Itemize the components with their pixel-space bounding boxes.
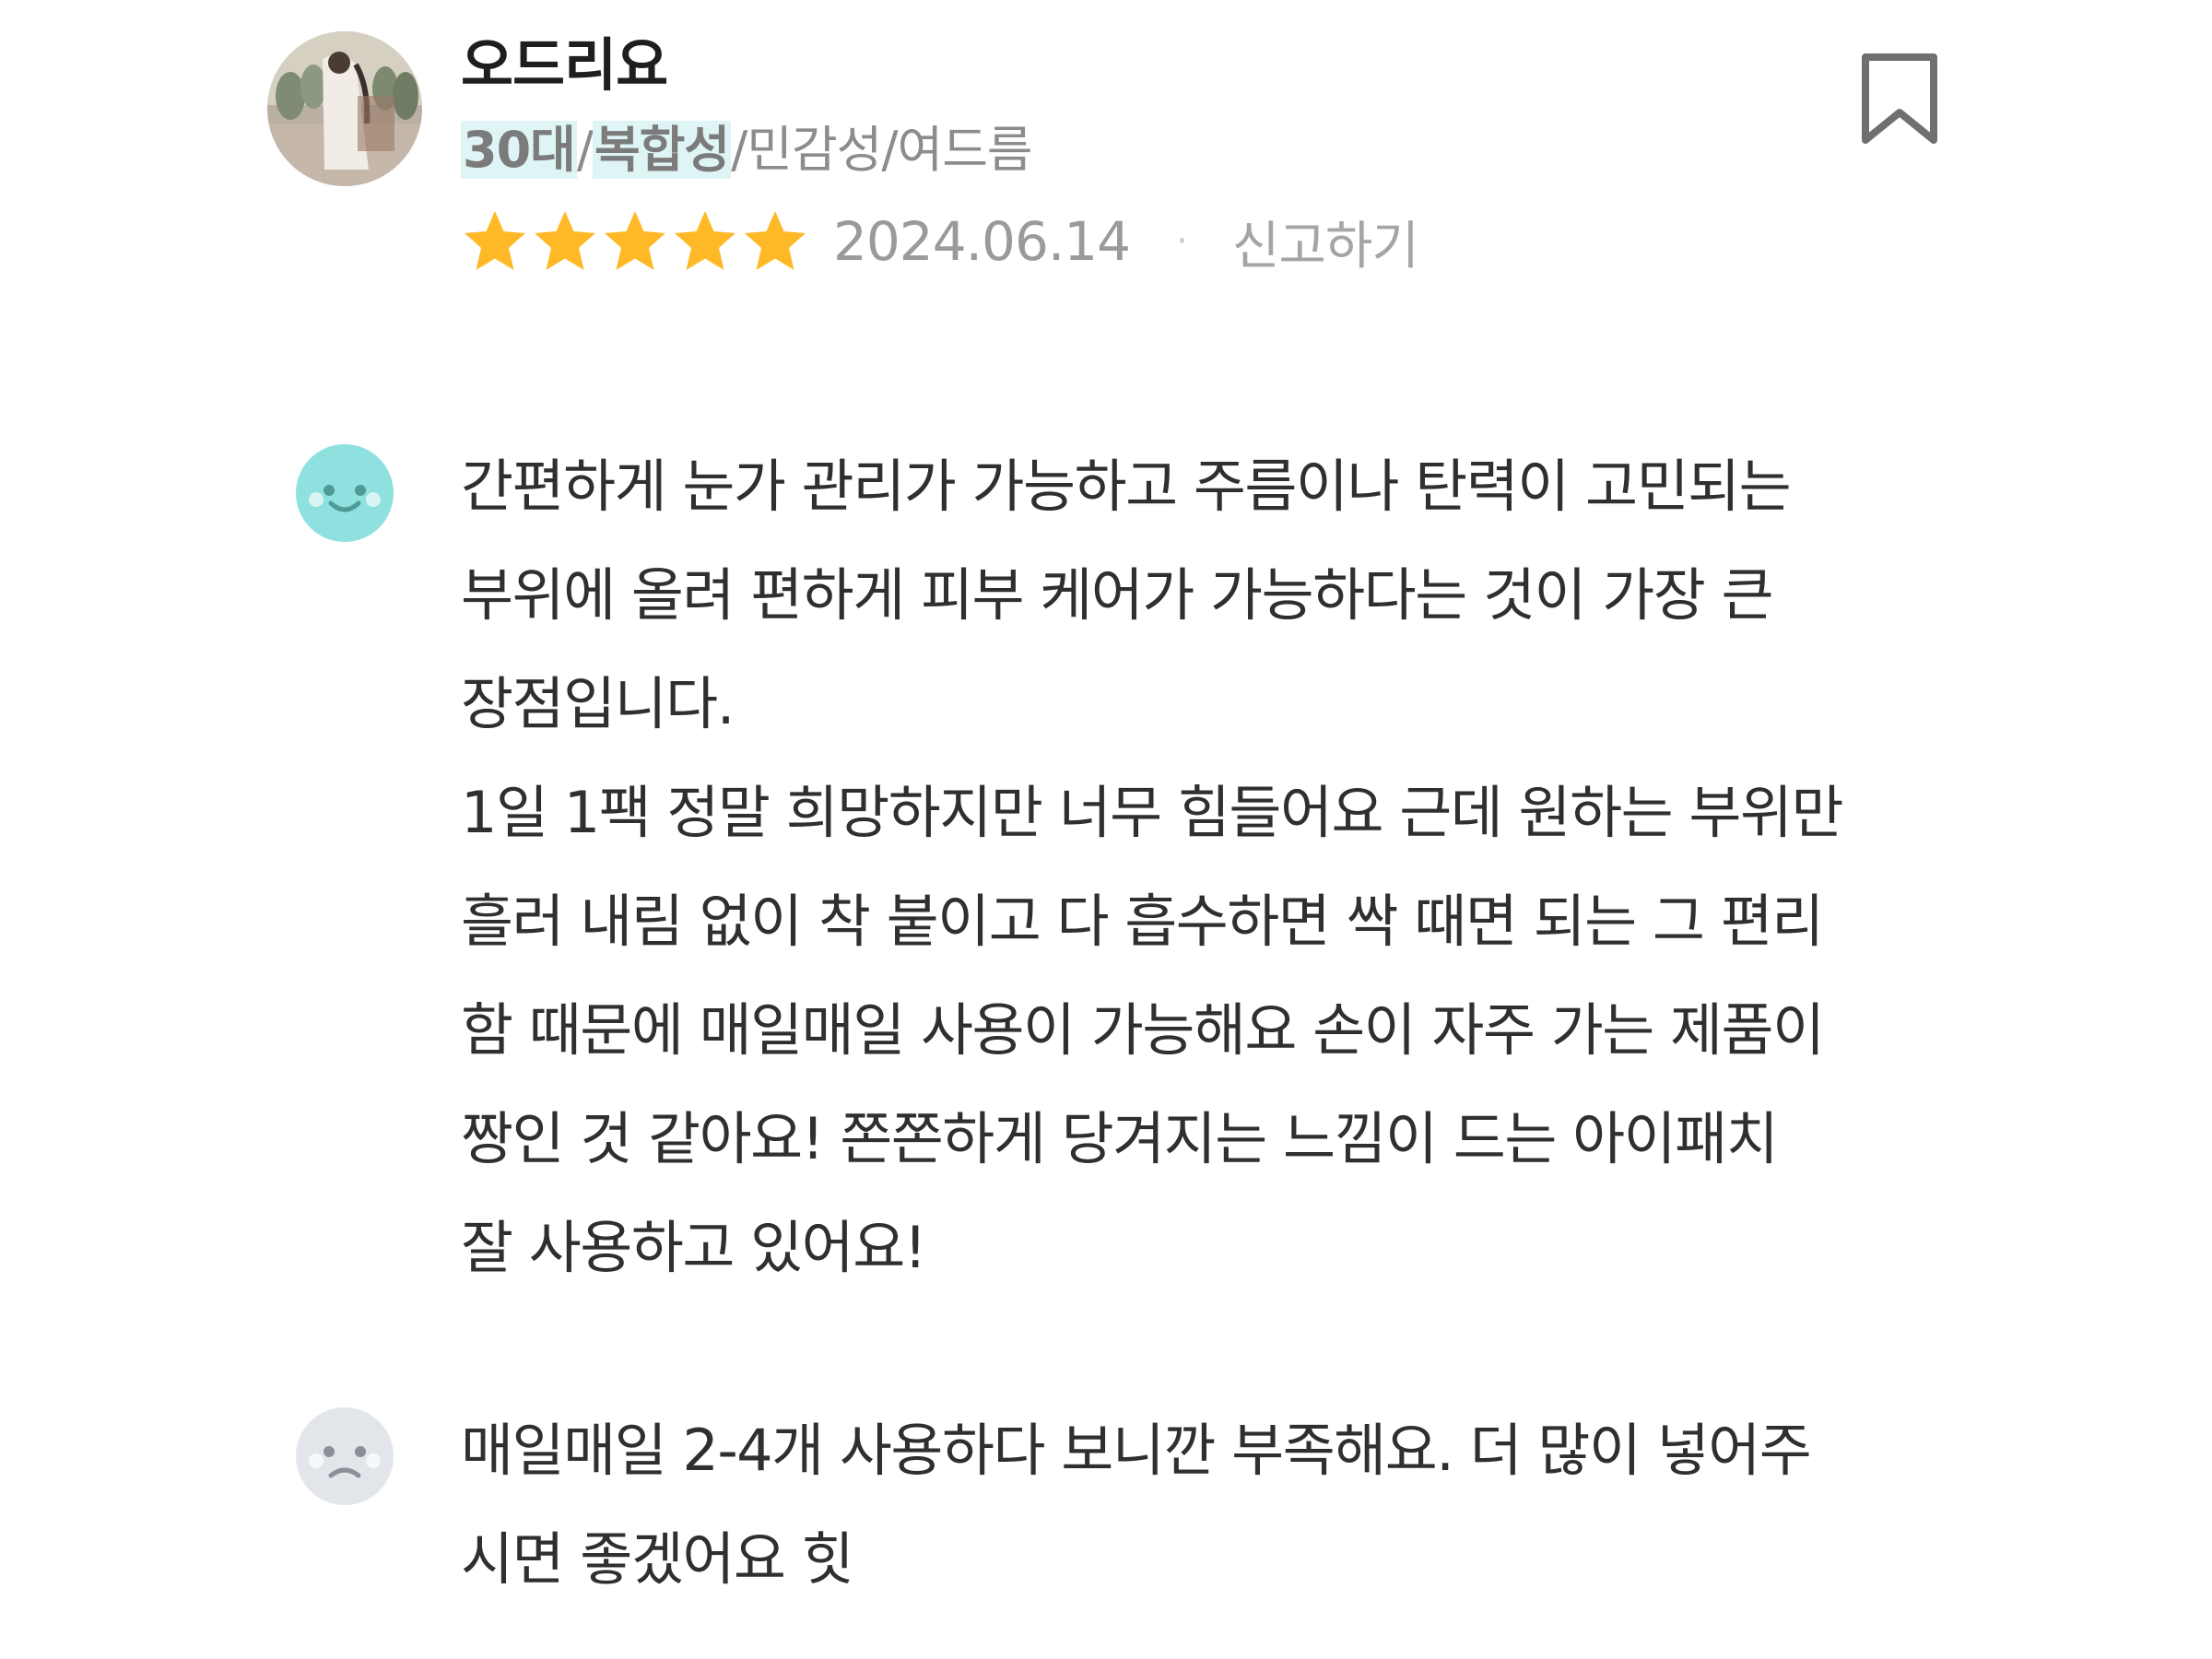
good-points-line: 1일 1팩 정말 희망하지만 너무 힘들어요 근데 원하는 부위만 [461,779,1843,846]
reviewer-nickname: 오드리요 [461,31,668,99]
star-icon [461,207,529,276]
good-points-line: 짱인 것 같아요! 쫀쫀하게 당겨지는 느낌이 드는 아이패치 [461,1105,1779,1172]
star-icon [531,207,599,276]
sad-face-icon [296,1407,394,1505]
good-points-face [296,444,394,542]
good-points-line: 간편하게 눈가 관리가 가능하고 주름이나 탄력이 고민되는 [461,453,1792,520]
tag-age: 30대 [461,121,577,179]
avatar[interactable] [267,31,422,186]
star-icon [671,207,739,276]
good-points-line: 흘러 내림 없이 착 붙이고 다 흡수하면 싹 때면 되는 그 편리 [461,888,1824,955]
bad-points-line: 매일매일 2-4개 사용하다 보니깐 부족해요. 더 많이 넣어주 [461,1417,1812,1484]
report-link[interactable]: 신고하기 [1232,205,1419,279]
bookmark-button[interactable] [1860,52,1939,147]
tag-skin-type: 복합성 [593,121,732,179]
good-points-line: 함 때문에 매일매일 사용이 가능해요 손이 자주 가는 제품이 [461,996,1825,1064]
star-icon [601,207,669,276]
star-icon [741,207,809,276]
review-card: 오드리요 30대/복합성/민감성/여드름 2024.06.14 · 신고하기 간… [0,0,2212,1659]
bad-points-line: 시면 좋겠어요 힛 [461,1525,854,1593]
good-points-text: 간편하게 눈가 관리가 가능하고 주름이나 탄력이 고민되는부위에 올려 편하게… [461,432,1963,1302]
avatar-image-icon [267,31,422,186]
tag-skin-concern-sensitive: 민감성 [747,121,882,179]
star-rating [461,207,811,276]
separator-dot: · [1176,220,1188,263]
good-points-line: 부위에 올려 편하게 피부 케어가 가능하다는 것이 가장 큰 [461,561,1774,629]
tag-skin-concern-acne: 여드름 [897,121,1033,179]
bookmark-icon [1862,53,1937,144]
review-date: 2024.06.14 [833,210,1131,273]
bad-points-face [296,1407,394,1505]
good-points-line: 잘 사용하고 있어요! [461,1214,927,1281]
smile-face-icon [296,444,394,542]
bad-points-text: 매일매일 2-4개 사용하다 보니깐 부족해요. 더 많이 넣어주시면 좋겠어요… [461,1396,1963,1614]
good-points-line: 장점입니다. [461,670,735,737]
reviewer-skin-tags: 30대/복합성/민감성/여드름 [461,121,1033,179]
rating-row: 2024.06.14 · 신고하기 [461,205,1419,279]
